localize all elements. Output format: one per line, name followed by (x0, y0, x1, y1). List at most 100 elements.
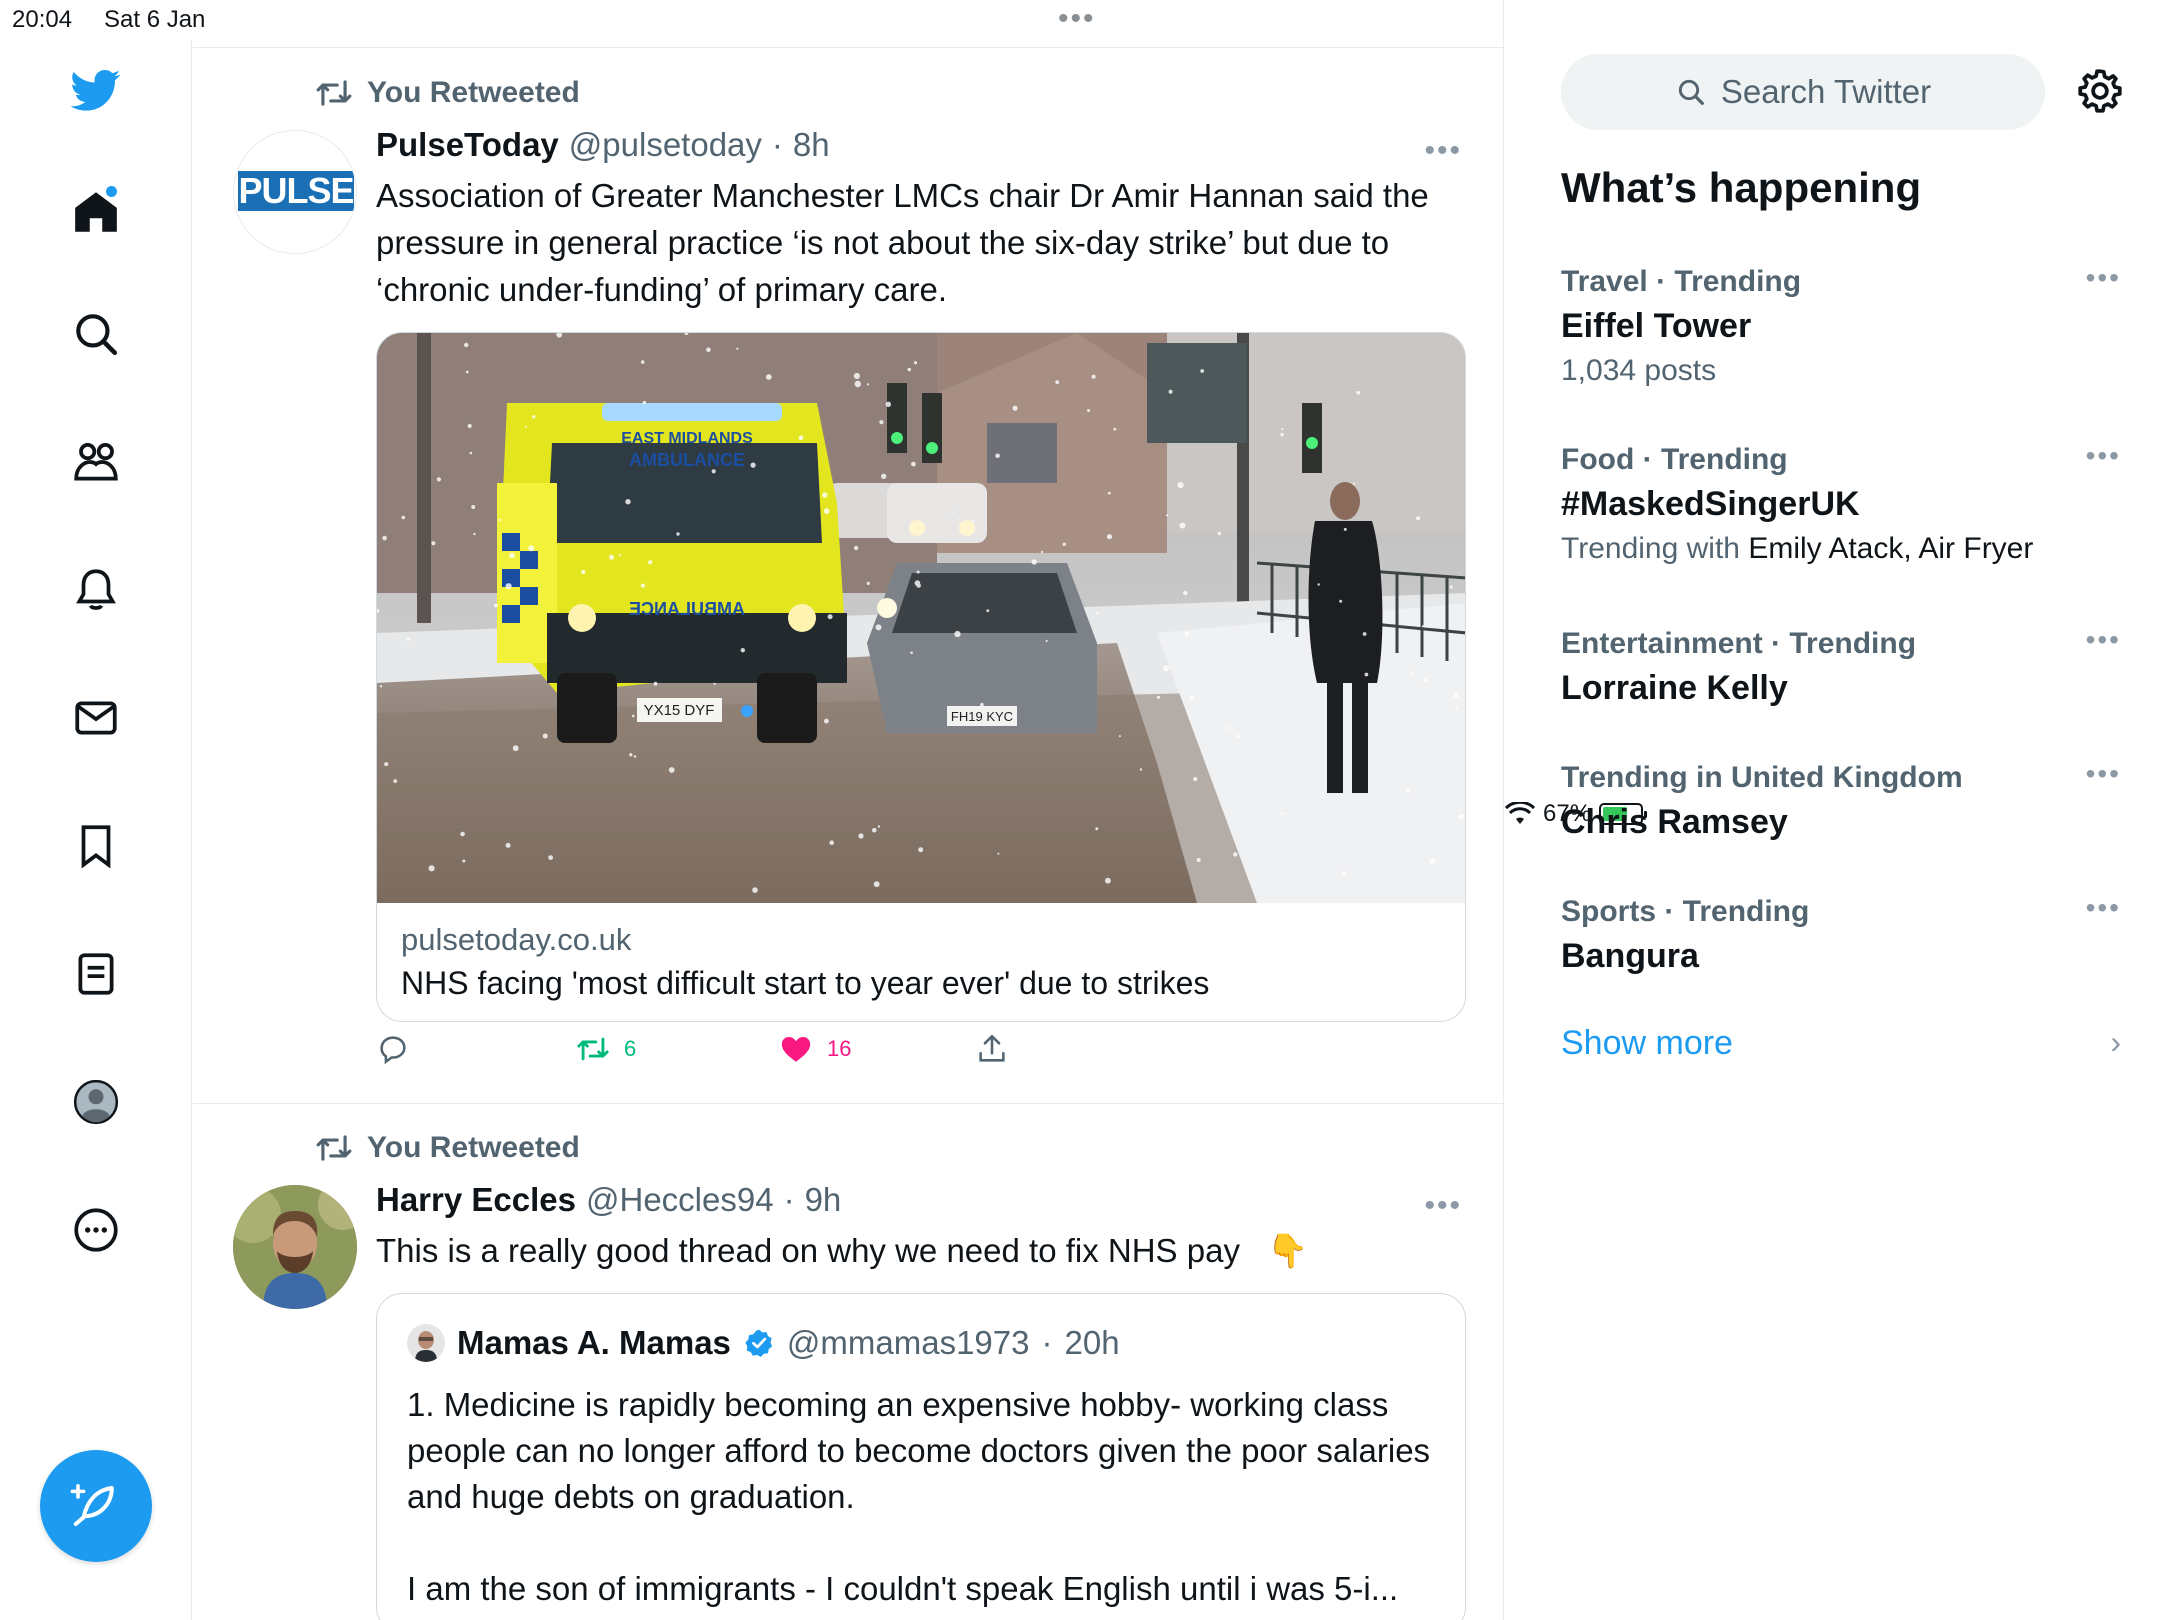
home-icon[interactable] (66, 182, 126, 242)
share-button[interactable] (975, 1032, 1009, 1066)
author-name[interactable]: Harry Eccles (376, 1181, 576, 1219)
retweet-icon (316, 1135, 352, 1161)
trend-post-count: 1,034 posts (1561, 354, 1717, 387)
trend-item[interactable]: Entertainment · Trending Lorraine Kelly … (1561, 624, 2121, 712)
quoted-author-name[interactable]: Mamas A. Mamas (457, 1324, 731, 1362)
quoted-tweet[interactable]: Mamas A. Mamas @mmamas1973 · 20h 1. Medi… (376, 1293, 1466, 1620)
heart-icon (781, 1036, 811, 1062)
tweet-age[interactable]: 8h (793, 126, 830, 164)
right-sidebar: Search Twitter What’s happening Travel ·… (1505, 0, 2160, 1620)
trend-related: Trending with Emily Atack, Air Fryer (1561, 528, 2121, 570)
pointing-down-emoji: 👇 (1267, 1232, 1309, 1269)
quoted-tweet-age: 20h (1064, 1324, 1120, 1361)
compose-feather-icon (70, 1483, 114, 1527)
bookmarks-icon[interactable] (66, 816, 126, 876)
quoted-author-handle[interactable]: @mmamas1973 (787, 1324, 1030, 1362)
tweet-header: PulseToday @pulsetoday · 8h (376, 126, 830, 164)
trend-related-prefix: Trending with (1561, 532, 1749, 565)
retweet-button[interactable]: 6 (576, 1032, 779, 1066)
lists-icon[interactable] (66, 944, 126, 1004)
trend-item[interactable]: Sports · Trending Bangura ••• (1561, 892, 2121, 980)
trend-meta: Sports · Trending (1561, 895, 1810, 928)
trend-more-button[interactable]: ••• (2086, 758, 2121, 790)
retweet-count: 6 (624, 1036, 637, 1061)
author-name[interactable]: PulseToday (376, 126, 559, 164)
retweet-context-label: You Retweeted (367, 1131, 580, 1164)
card-domain: pulsetoday.co.uk (401, 922, 632, 957)
home-timeline[interactable]: You Retweeted PULSE PulseToday @pulsetod… (193, 0, 1504, 1620)
trend-meta: Food · Trending (1561, 443, 1788, 476)
header-separator: · (783, 1181, 795, 1218)
search-placeholder: Search Twitter (1720, 73, 1932, 110)
trend-topic: Eiffel Tower (1561, 307, 1752, 345)
communities-icon[interactable] (66, 432, 126, 492)
trend-item[interactable]: Food · Trending #MaskedSingerUK Trending… (1561, 440, 2121, 570)
car-plate-text: FH19 KYC (951, 709, 1013, 724)
verified-badge-icon (745, 1329, 772, 1357)
reply-button[interactable] (376, 1032, 576, 1066)
trend-topic: Chris Ramsey (1561, 803, 1788, 841)
tweet-more-button[interactable]: ••• (1424, 1189, 1462, 1223)
show-more-link[interactable]: Show more › (1561, 1024, 2121, 1063)
reply-icon (380, 1036, 406, 1065)
tweet[interactable]: You Retweeted Harry Eccles @Heccles94 · … (193, 1105, 1504, 1620)
author-handle[interactable]: @Heccles94 (586, 1181, 774, 1219)
show-more-label: Show more (1561, 1024, 1733, 1062)
quoted-tweet-text: 1. Medicine is rapidly becoming an expen… (407, 1382, 1437, 1612)
trend-item[interactable]: Travel · Trending Eiffel Tower 1,034 pos… (1561, 262, 2121, 392)
trend-topic: Lorraine Kelly (1561, 669, 1788, 707)
tweet-age[interactable]: 9h (805, 1181, 842, 1219)
search-icon (1678, 79, 1704, 105)
quoted-text-paragraph-1: 1. Medicine is rapidly becoming an expen… (407, 1386, 1431, 1515)
link-card[interactable]: YX15 DYF EAST MIDLANDS AMBULANCE AMBULAN… (376, 332, 1466, 1022)
tweet-more-button[interactable]: ••• (1424, 134, 1462, 168)
search-input[interactable]: Search Twitter (1561, 54, 2045, 130)
quoted-text-paragraph-2: I am the son of immigrants - I couldn't … (407, 1570, 1399, 1607)
more-options-icon[interactable] (66, 1200, 126, 1260)
trend-meta: Entertainment · Trending (1561, 627, 1917, 660)
like-button[interactable]: 16 (779, 1032, 975, 1066)
tweet-text: Association of Greater Manchester LMCs c… (376, 177, 1429, 308)
author-avatar[interactable] (233, 1185, 357, 1309)
profile-avatar-icon[interactable] (66, 1072, 126, 1132)
tweet-text: This is a really good thread on why we n… (376, 1227, 1456, 1274)
quoted-separator: · (1041, 1324, 1053, 1361)
messages-envelope-icon[interactable] (66, 688, 126, 748)
retweet-icon (577, 1037, 609, 1061)
author-handle[interactable]: @pulsetoday (569, 126, 762, 164)
left-nav (0, 40, 192, 1620)
author-avatar[interactable]: PULSE (233, 130, 357, 254)
tweet[interactable]: You Retweeted PULSE PulseToday @pulsetod… (193, 48, 1504, 1104)
quoted-tweet-header: Mamas A. Mamas @mmamas1973 · 20h (407, 1324, 1120, 1362)
tweet-text-content: This is a really good thread on why we n… (376, 1232, 1240, 1269)
trend-meta: Travel · Trending (1561, 265, 1802, 298)
trend-more-button[interactable]: ••• (2086, 624, 2121, 656)
retweet-context: You Retweeted (315, 1131, 580, 1165)
retweet-context: You Retweeted (315, 76, 580, 110)
trend-more-button[interactable]: ••• (2086, 440, 2121, 472)
twitter-logo-icon[interactable] (66, 60, 126, 120)
ambulance-plate-text: YX15 DYF (644, 702, 715, 719)
status-time: 20:04 (12, 6, 73, 33)
header-separator: · (771, 126, 783, 163)
retweet-icon (316, 80, 352, 106)
search-icon[interactable] (66, 304, 126, 364)
settings-gear-icon[interactable] (2075, 66, 2125, 116)
pulse-logo-text: PULSE (238, 170, 354, 211)
notifications-bell-icon[interactable] (66, 560, 126, 620)
trend-topic: Bangura (1561, 937, 1699, 975)
trend-more-button[interactable]: ••• (2086, 262, 2121, 294)
trend-meta: Trending in United Kingdom (1561, 761, 1963, 794)
compose-tweet-button[interactable] (40, 1450, 152, 1562)
status-date: Sat 6 Jan (104, 6, 206, 33)
card-meta: pulsetoday.co.uk NHS facing 'most diffic… (377, 903, 1465, 1021)
trend-more-button[interactable]: ••• (2086, 892, 2121, 924)
ambulance-livery-bottom: AMBULANCE (629, 450, 745, 470)
trend-item[interactable]: Trending in United Kingdom Chris Ramsey … (1561, 758, 2121, 846)
ambulance-mirror-livery: AMBULANCE (629, 599, 745, 619)
quoted-author-avatar (407, 1324, 445, 1362)
trend-related-terms[interactable]: Emily Atack, Air Fryer (1748, 532, 2033, 565)
retweet-context-label: You Retweeted (367, 76, 580, 109)
share-upload-icon (979, 1034, 1005, 1062)
ambulance-livery-top: EAST MIDLANDS (621, 430, 753, 447)
